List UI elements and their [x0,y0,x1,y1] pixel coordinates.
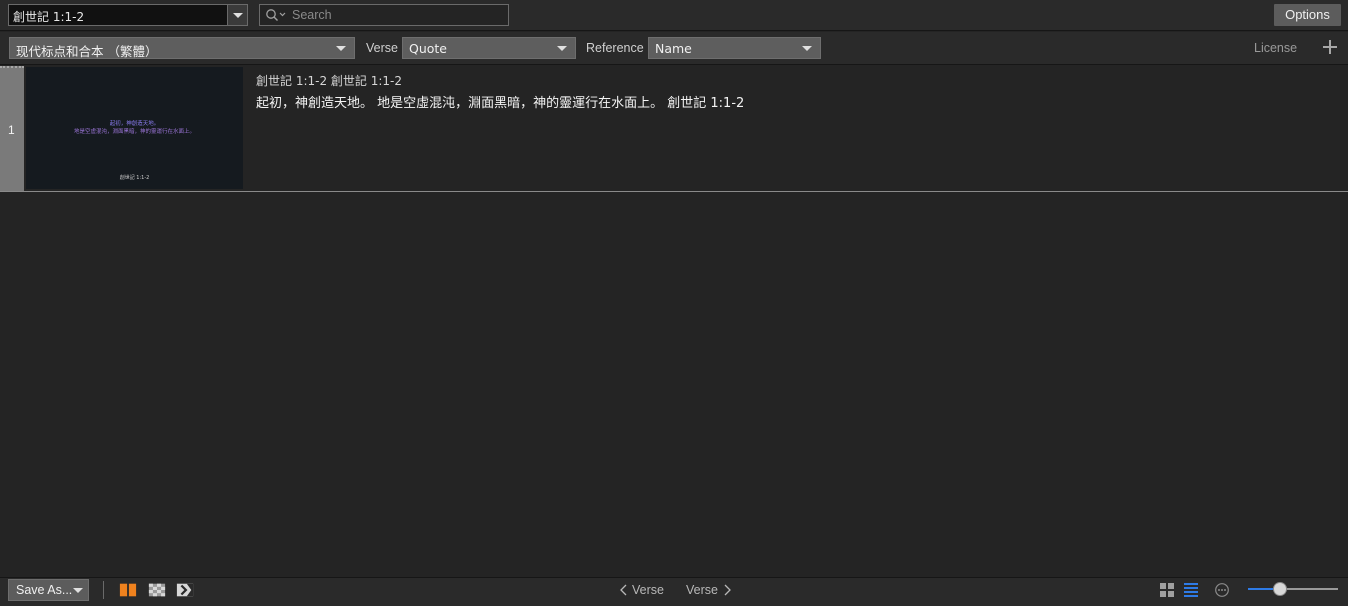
search-placeholder: Search [292,8,332,22]
scripture-reference-combo[interactable]: 創世記 1:1-2 [8,4,248,26]
translation-select[interactable]: 现代标点和合本 （繁體） [9,37,355,59]
slide-thumbnail[interactable]: 起初，神創造天地。 地是空虛混沌，淵面黑暗，神的靈運行在水面上。 創世記 1:1… [26,67,243,189]
chevron-down-icon [557,46,567,51]
grid-view-icon[interactable] [1158,582,1176,598]
save-as-button[interactable]: Save As... [8,579,89,601]
previous-verse-button[interactable]: Verse [632,583,664,597]
save-as-label: Save As... [16,583,73,597]
top-bar: 創世記 1:1-2 Search Options [0,0,1348,31]
split-view-icon[interactable] [119,582,137,598]
slide-number: 1 [8,123,15,137]
reference-dropdown-button[interactable] [227,5,247,25]
chevron-down-icon [73,588,83,593]
bottom-bar: Save As... Verse Verse [0,577,1348,606]
list-view-icon[interactable] [1182,582,1200,598]
chevron-down-icon [802,46,812,51]
slide-text: 起初，神創造天地。 地是空虛混沌，淵面黑暗，神的靈運行在水面上。 創世記 1:1… [256,96,745,111]
thumbnail-line-1: 起初，神創造天地。 [109,121,160,127]
search-icon[interactable] [265,8,287,22]
scripture-reference-value[interactable]: 創世記 1:1-2 [13,8,84,25]
verse-format-value: Quote [409,41,448,56]
slide-row[interactable]: 1 起初，神創造天地。 地是空虛混沌，淵面黑暗，神的靈運行在水面上。 創世記 1… [0,66,1348,192]
chevron-left-icon[interactable] [619,584,627,596]
chevron-right-icon[interactable] [724,584,732,596]
more-options-icon[interactable] [1213,582,1231,598]
reference-format-value: Name [655,41,692,56]
chevron-down-icon [336,46,346,51]
divider [103,581,104,599]
zoom-slider-handle[interactable] [1272,582,1287,596]
license-link[interactable]: License [1254,41,1297,55]
add-icon[interactable] [1323,40,1337,54]
verse-format-label: Verse [366,41,398,55]
next-slide-icon[interactable] [176,582,194,598]
thumbnail-line-2: 地是空虛混沌，淵面黑暗，神的靈運行在水面上。 [73,129,195,135]
chevron-down-icon [233,13,243,18]
next-verse-button[interactable]: Verse [686,583,718,597]
bible-toolbar: 现代标点和合本 （繁體） Verse Quote Reference Name … [0,32,1348,65]
slide-header: 創世記 1:1-2 創世記 1:1-2 [256,74,402,88]
translation-value: 现代标点和合本 （繁體） [16,44,158,59]
reference-format-select[interactable]: Name [648,37,821,59]
verse-format-select[interactable]: Quote [402,37,576,59]
search-input[interactable]: Search [259,4,509,26]
checkerboard-icon[interactable] [148,582,166,598]
reference-format-label: Reference [586,41,644,55]
thumbnail-reference: 創世記 1:1-2 [119,175,150,181]
slide-number-cell[interactable]: 1 [0,66,24,191]
options-button[interactable]: Options [1274,4,1341,26]
